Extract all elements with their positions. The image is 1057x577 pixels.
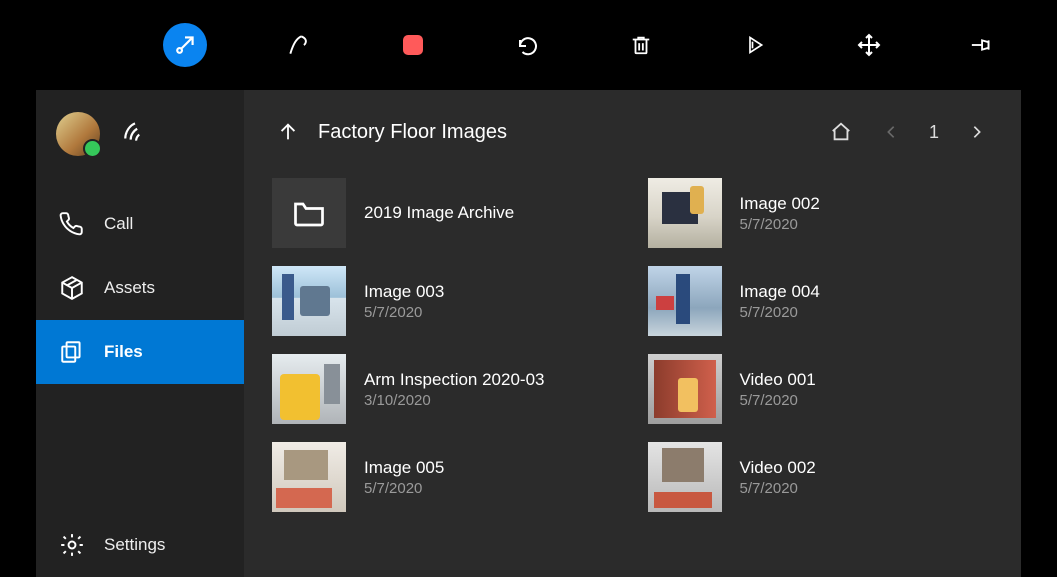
file-item[interactable]: Image 005 5/7/2020 [272,440,618,514]
sidebar-item-label: Call [104,214,133,234]
workspace: Call Assets [36,90,1021,577]
file-thumbnail [648,266,722,336]
file-thumbnail [648,442,722,512]
move-tool-button[interactable] [847,23,891,67]
file-name: Image 003 [364,282,618,302]
file-date: 5/7/2020 [364,480,618,497]
sidebar-item-call[interactable]: Call [36,192,244,256]
gear-icon [58,531,86,559]
color-red-button[interactable] [391,23,435,67]
phone-icon [58,210,86,238]
sidebar: Call Assets [36,90,244,577]
files-icon [58,338,86,366]
next-page-button[interactable] [961,116,993,148]
file-name: Video 002 [740,458,994,478]
play-button[interactable] [733,23,777,67]
file-thumbnail [648,178,722,248]
package-icon [58,274,86,302]
sidebar-item-label: Assets [104,278,155,298]
file-name: Video 001 [740,370,994,390]
file-date: 5/7/2020 [364,304,618,321]
nav-list: Call Assets [36,192,244,577]
sidebar-item-files[interactable]: Files [36,320,244,384]
file-item[interactable]: Arm Inspection 2020-03 3/10/2020 [272,352,618,426]
file-thumbnail [272,266,346,336]
file-item[interactable]: Image 002 5/7/2020 [648,176,994,250]
header-nav: 1 [825,116,993,148]
file-date: 5/7/2020 [740,392,994,409]
file-item[interactable]: Image 003 5/7/2020 [272,264,618,338]
file-name: 2019 Image Archive [364,203,618,223]
header-row: Factory Floor Images 1 [272,110,993,154]
file-name: Image 005 [364,458,618,478]
file-name: Image 004 [740,282,994,302]
file-item[interactable]: Video 002 5/7/2020 [648,440,994,514]
file-thumbnail [272,442,346,512]
page-title: Factory Floor Images [318,121,507,144]
annotation-toolbar [0,0,1057,90]
up-button[interactable] [272,116,304,148]
file-thumbnail [648,354,722,424]
sidebar-item-assets[interactable]: Assets [36,256,244,320]
sidebar-item-label: Settings [104,535,165,555]
sidebar-item-label: Files [104,342,143,362]
file-date: 5/7/2020 [740,216,994,233]
trash-button[interactable] [619,23,663,67]
profile-row [36,90,244,170]
file-grid: 2019 Image Archive Image 002 5/7/2020 Im… [272,176,993,514]
page-number: 1 [925,122,943,143]
folder-icon [272,178,346,248]
wifi-icon [122,121,148,148]
file-name: Image 002 [740,194,994,214]
file-date: 3/10/2020 [364,392,618,409]
undo-button[interactable] [505,23,549,67]
file-date: 5/7/2020 [740,480,994,497]
avatar[interactable] [56,112,100,156]
sidebar-item-settings[interactable]: Settings [36,513,244,577]
file-item[interactable]: Video 001 5/7/2020 [648,352,994,426]
file-date: 5/7/2020 [740,304,994,321]
pin-button[interactable] [961,23,1005,67]
prev-page-button[interactable] [875,116,907,148]
file-name: Arm Inspection 2020-03 [364,370,618,390]
file-thumbnail [272,354,346,424]
file-item-folder[interactable]: 2019 Image Archive [272,176,618,250]
file-item[interactable]: Image 004 5/7/2020 [648,264,994,338]
arrow-tool-button[interactable] [163,23,207,67]
main-panel: Factory Floor Images 1 [244,90,1021,577]
ink-tool-button[interactable] [277,23,321,67]
home-button[interactable] [825,116,857,148]
